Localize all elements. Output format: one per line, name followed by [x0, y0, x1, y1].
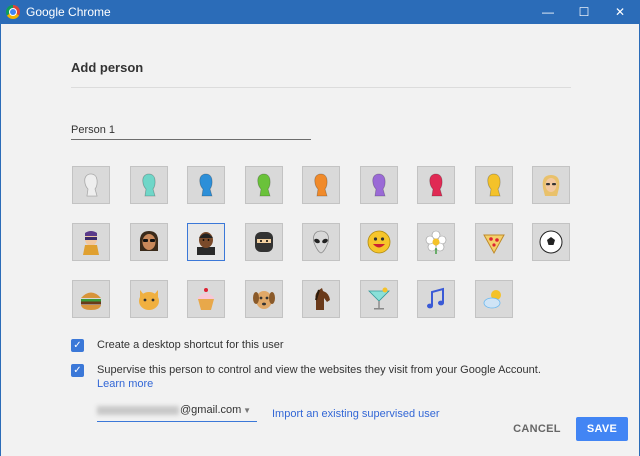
silhouette-red-icon	[429, 173, 443, 197]
businessman-icon	[197, 232, 215, 255]
avatar-option[interactable]	[129, 280, 168, 318]
avatar-option[interactable]	[244, 280, 283, 318]
avatar-option[interactable]	[417, 166, 455, 204]
hero-icon	[83, 231, 99, 255]
desktop-shortcut-row: ✓ Create a desktop shortcut for this use…	[71, 338, 283, 352]
sunglasses-person-icon	[139, 231, 158, 251]
avatar-option[interactable]	[244, 166, 283, 204]
supervise-checkbox[interactable]: ✓	[71, 364, 84, 377]
title-bar: Google Chrome — ☐ ✕	[0, 0, 640, 24]
minimize-button[interactable]: —	[530, 0, 566, 24]
person-name-input[interactable]	[71, 120, 311, 140]
avatar-option[interactable]	[474, 223, 513, 261]
silhouette-yellow-icon	[486, 173, 501, 197]
music-note-icon	[427, 287, 444, 309]
avatar-option[interactable]	[72, 223, 110, 261]
weather-icon	[483, 290, 501, 309]
dialog-heading: Add person	[71, 60, 144, 75]
avatar-option[interactable]	[359, 166, 398, 204]
chrome-logo-icon	[6, 5, 20, 19]
avatar-option[interactable]	[359, 223, 398, 261]
silhouette-white-icon	[84, 173, 98, 197]
avatar-option[interactable]	[187, 280, 225, 318]
soccer-ball-icon	[539, 230, 563, 254]
avatar-option[interactable]	[302, 280, 340, 318]
silhouette-teal-icon	[141, 173, 156, 197]
burger-icon	[81, 292, 101, 310]
dropdown-arrow-icon: ▼	[243, 406, 251, 415]
supervise-text: Supervise this person to control and vie…	[97, 363, 541, 391]
avatar-option[interactable]	[129, 166, 168, 204]
account-email-suffix: @gmail.com	[180, 404, 242, 416]
avatar-option[interactable]	[72, 280, 110, 318]
avatar-option[interactable]	[129, 223, 168, 261]
avatar-grid	[72, 166, 570, 318]
learn-more-link[interactable]: Learn more	[97, 378, 153, 390]
dog-icon	[252, 291, 275, 309]
avatar-option[interactable]	[417, 280, 455, 318]
silhouette-purple-icon	[371, 173, 386, 197]
alien-icon	[313, 230, 329, 254]
smiley-icon	[367, 230, 390, 254]
avatar-option[interactable]	[302, 166, 340, 204]
supervise-label: Supervise this person to control and vie…	[97, 364, 541, 376]
add-person-dialog: Add person ✓ Create a desktop shortcut f…	[1, 24, 639, 456]
cocktail-icon	[367, 287, 390, 310]
window-title: Google Chrome	[26, 5, 111, 19]
avatar-option[interactable]	[244, 223, 283, 261]
avatar-option[interactable]	[532, 223, 570, 261]
silhouette-blue-icon	[199, 173, 213, 197]
avatar-option[interactable]	[532, 166, 570, 204]
desktop-shortcut-checkbox[interactable]: ✓	[71, 339, 84, 352]
avatar-option[interactable]	[359, 280, 398, 318]
import-supervised-user-link[interactable]: Import an existing supervised user	[272, 408, 440, 420]
silhouette-orange-icon	[314, 173, 328, 197]
cat-icon	[138, 290, 159, 310]
maximize-button[interactable]: ☐	[566, 0, 602, 24]
silhouette-green-icon	[256, 173, 271, 197]
avatar-option[interactable]	[187, 223, 225, 261]
avatar-option[interactable]	[474, 166, 513, 204]
ninja-icon	[254, 232, 273, 252]
pizza-icon	[482, 234, 505, 255]
desktop-shortcut-label: Create a desktop shortcut for this user	[97, 339, 284, 351]
save-button[interactable]: SAVE	[576, 417, 628, 441]
avatar-option[interactable]	[474, 280, 513, 318]
heading-divider	[71, 87, 571, 88]
flower-icon	[425, 230, 447, 254]
horse-icon	[315, 288, 330, 310]
cancel-button[interactable]: CANCEL	[506, 417, 568, 441]
blonde-person-icon	[542, 175, 560, 196]
avatar-option[interactable]	[302, 223, 340, 261]
cupcake-icon	[197, 288, 215, 310]
avatar-option[interactable]	[417, 223, 455, 261]
avatar-option[interactable]	[72, 166, 110, 204]
avatar-option[interactable]	[187, 166, 225, 204]
close-button[interactable]: ✕	[602, 0, 638, 24]
supervise-row: ✓ Supervise this person to control and v…	[71, 363, 541, 391]
supervisor-account-select[interactable]: @gmail.com ▼	[97, 404, 257, 422]
redacted-email-name	[97, 405, 179, 415]
